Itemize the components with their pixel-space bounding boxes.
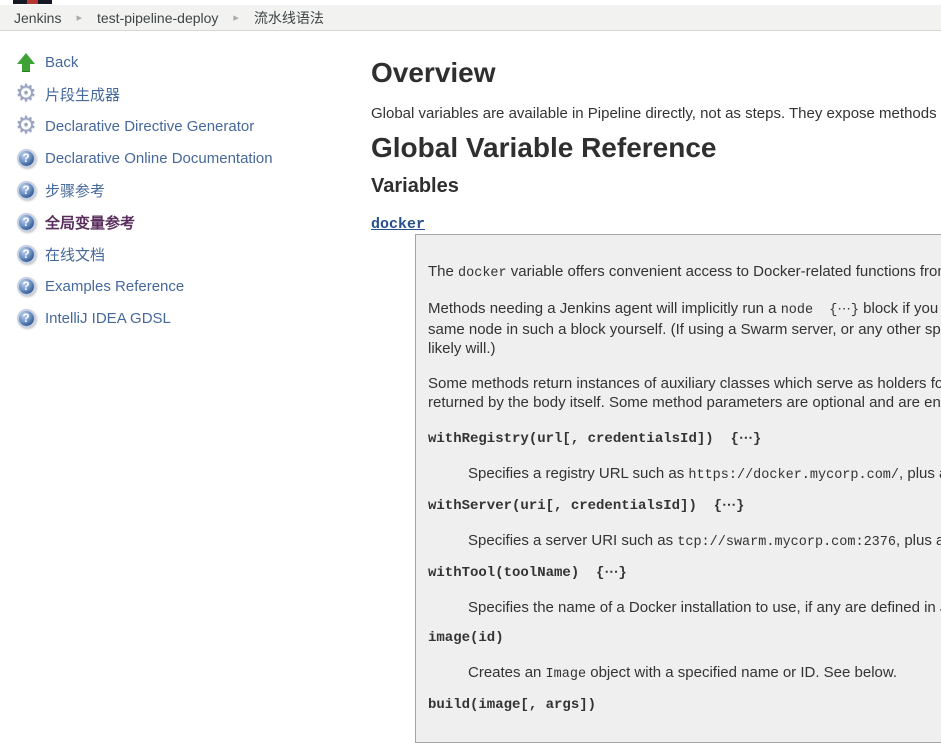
window-top-edge-fragment (13, 0, 52, 4)
breadcrumb-item[interactable]: test-pipeline-deploy (97, 10, 218, 26)
text-span: Global variables are available in Pipeli… (371, 105, 941, 122)
text-span: , plus an optional credentials ID to con… (896, 532, 941, 549)
text-span: Specifies the name of a Docker installat… (468, 599, 941, 616)
method-description: Creates an Image object with a specified… (468, 663, 941, 684)
main-panel: Overview Global variables are available … (371, 31, 941, 743)
text-span: block if you have not wrapped them in on… (859, 300, 941, 317)
help-paragraph: The docker variable offers convenient ac… (428, 262, 941, 283)
text-span: The (428, 263, 458, 280)
side-item[interactable]: ⚙ 片段生成器 (0, 78, 371, 110)
question-icon: ? (14, 306, 38, 330)
question-icon: ? (14, 178, 38, 202)
docker-help-panel: The docker variable offers convenient ac… (415, 234, 941, 743)
text-span: Specifies a server URI such as (468, 532, 677, 549)
code-span: node {⋯} (781, 303, 859, 318)
side-item-label: Declarative Online Documentation (45, 150, 273, 167)
overview-title: Overview (371, 58, 941, 88)
method-description: Specifies the name of a Docker installat… (468, 598, 941, 617)
question-icon: ? (14, 274, 38, 298)
text-span: variable offers convenient access to Doc… (507, 263, 941, 280)
help-paragraph: Some methods return instances of auxilia… (428, 374, 941, 414)
side-item[interactable]: ⚙ Declarative Directive Generator (0, 110, 371, 142)
code-span: Image (546, 667, 587, 682)
text-span: Methods needing a Jenkins agent will imp… (428, 300, 781, 317)
side-item[interactable]: ? 全局变量参考 (0, 206, 371, 238)
question-icon: ? (14, 210, 38, 234)
side-item-label: Declarative Directive Generator (45, 118, 254, 135)
code-span: https://docker.mycorp.com/ (688, 468, 899, 483)
gear-icon: ⚙ (14, 82, 38, 106)
breadcrumb-separator-icon: ▸ (233, 11, 239, 24)
side-item[interactable]: ? Declarative Online Documentation (0, 142, 371, 174)
side-item[interactable]: ? 在线文档 (0, 238, 371, 270)
text-span: Creates an (468, 664, 546, 681)
breadcrumb-separator-icon: ▸ (76, 11, 82, 24)
side-item[interactable]: ? IntelliJ IDEA GDSL (0, 302, 371, 334)
code-span: tcp://swarm.mycorp.com:2376 (677, 535, 896, 550)
side-item-label: Back (45, 54, 78, 71)
variables-heading: Variables (371, 176, 941, 197)
docker-variable-entry: docker (371, 216, 941, 232)
text-span: Some methods return instances of auxilia… (428, 375, 941, 392)
side-item[interactable]: Back (0, 46, 371, 78)
breadcrumb: Jenkins ▸ test-pipeline-deploy ▸ 流水线语法 (0, 5, 941, 31)
docker-variable-link[interactable]: docker (371, 216, 425, 233)
method-signature: withServer(uri[, credentialsId]) {⋯} (428, 497, 941, 516)
side-item-label: 步骤参考 (45, 180, 105, 201)
method-signature: withTool(toolName) {⋯} (428, 564, 941, 583)
docker-help-wrapper: The docker variable offers convenient ac… (415, 234, 941, 743)
code-span: docker (458, 266, 507, 281)
text-span: same node in such a block yourself. (If … (428, 321, 941, 338)
back-arrow-icon (14, 50, 38, 74)
side-item-label: 片段生成器 (45, 84, 120, 105)
text-span: object with a specified name or ID. See … (586, 664, 897, 681)
method-description: Specifies a registry URL such as https:/… (468, 464, 941, 485)
help-paragraph: Methods needing a Jenkins agent will imp… (428, 299, 941, 358)
side-panel: Back ⚙ 片段生成器 ⚙ Declarative Directive Generat… (0, 31, 371, 334)
text-span: returned by the body itself. Some method… (428, 394, 941, 411)
gear-icon: ⚙ (14, 114, 38, 138)
side-item-label: Examples Reference (45, 278, 184, 295)
question-icon: ? (14, 146, 38, 170)
text-span: likely will.) (428, 340, 496, 357)
side-item[interactable]: ? 步骤参考 (0, 174, 371, 206)
side-item[interactable]: ? Examples Reference (0, 270, 371, 302)
global-variable-reference-title: Global Variable Reference (371, 133, 941, 163)
text-span: Specifies a registry URL such as (468, 465, 688, 482)
overview-intro: Global variables are available in Pipeli… (371, 104, 941, 123)
text-span: , plus an optional credentials ID to con… (899, 465, 941, 482)
jenkins-logo-fragment (27, 0, 38, 4)
breadcrumb-item[interactable]: 流水线语法 (254, 8, 324, 28)
breadcrumb-item[interactable]: Jenkins (14, 10, 61, 26)
method-signature: image(id) (428, 629, 941, 648)
side-item-label: IntelliJ IDEA GDSL (45, 310, 171, 327)
side-item-label: 在线文档 (45, 244, 105, 265)
question-icon: ? (14, 242, 38, 266)
method-signature: withRegistry(url[, credentialsId]) {⋯} (428, 430, 941, 449)
method-description: Specifies a server URI such as tcp://swa… (468, 531, 941, 552)
side-item-label: 全局变量参考 (45, 212, 135, 233)
jenkins-pipeline-syntax-page: { "colors": { "link_blue": "#46699b", "c… (0, 0, 941, 699)
